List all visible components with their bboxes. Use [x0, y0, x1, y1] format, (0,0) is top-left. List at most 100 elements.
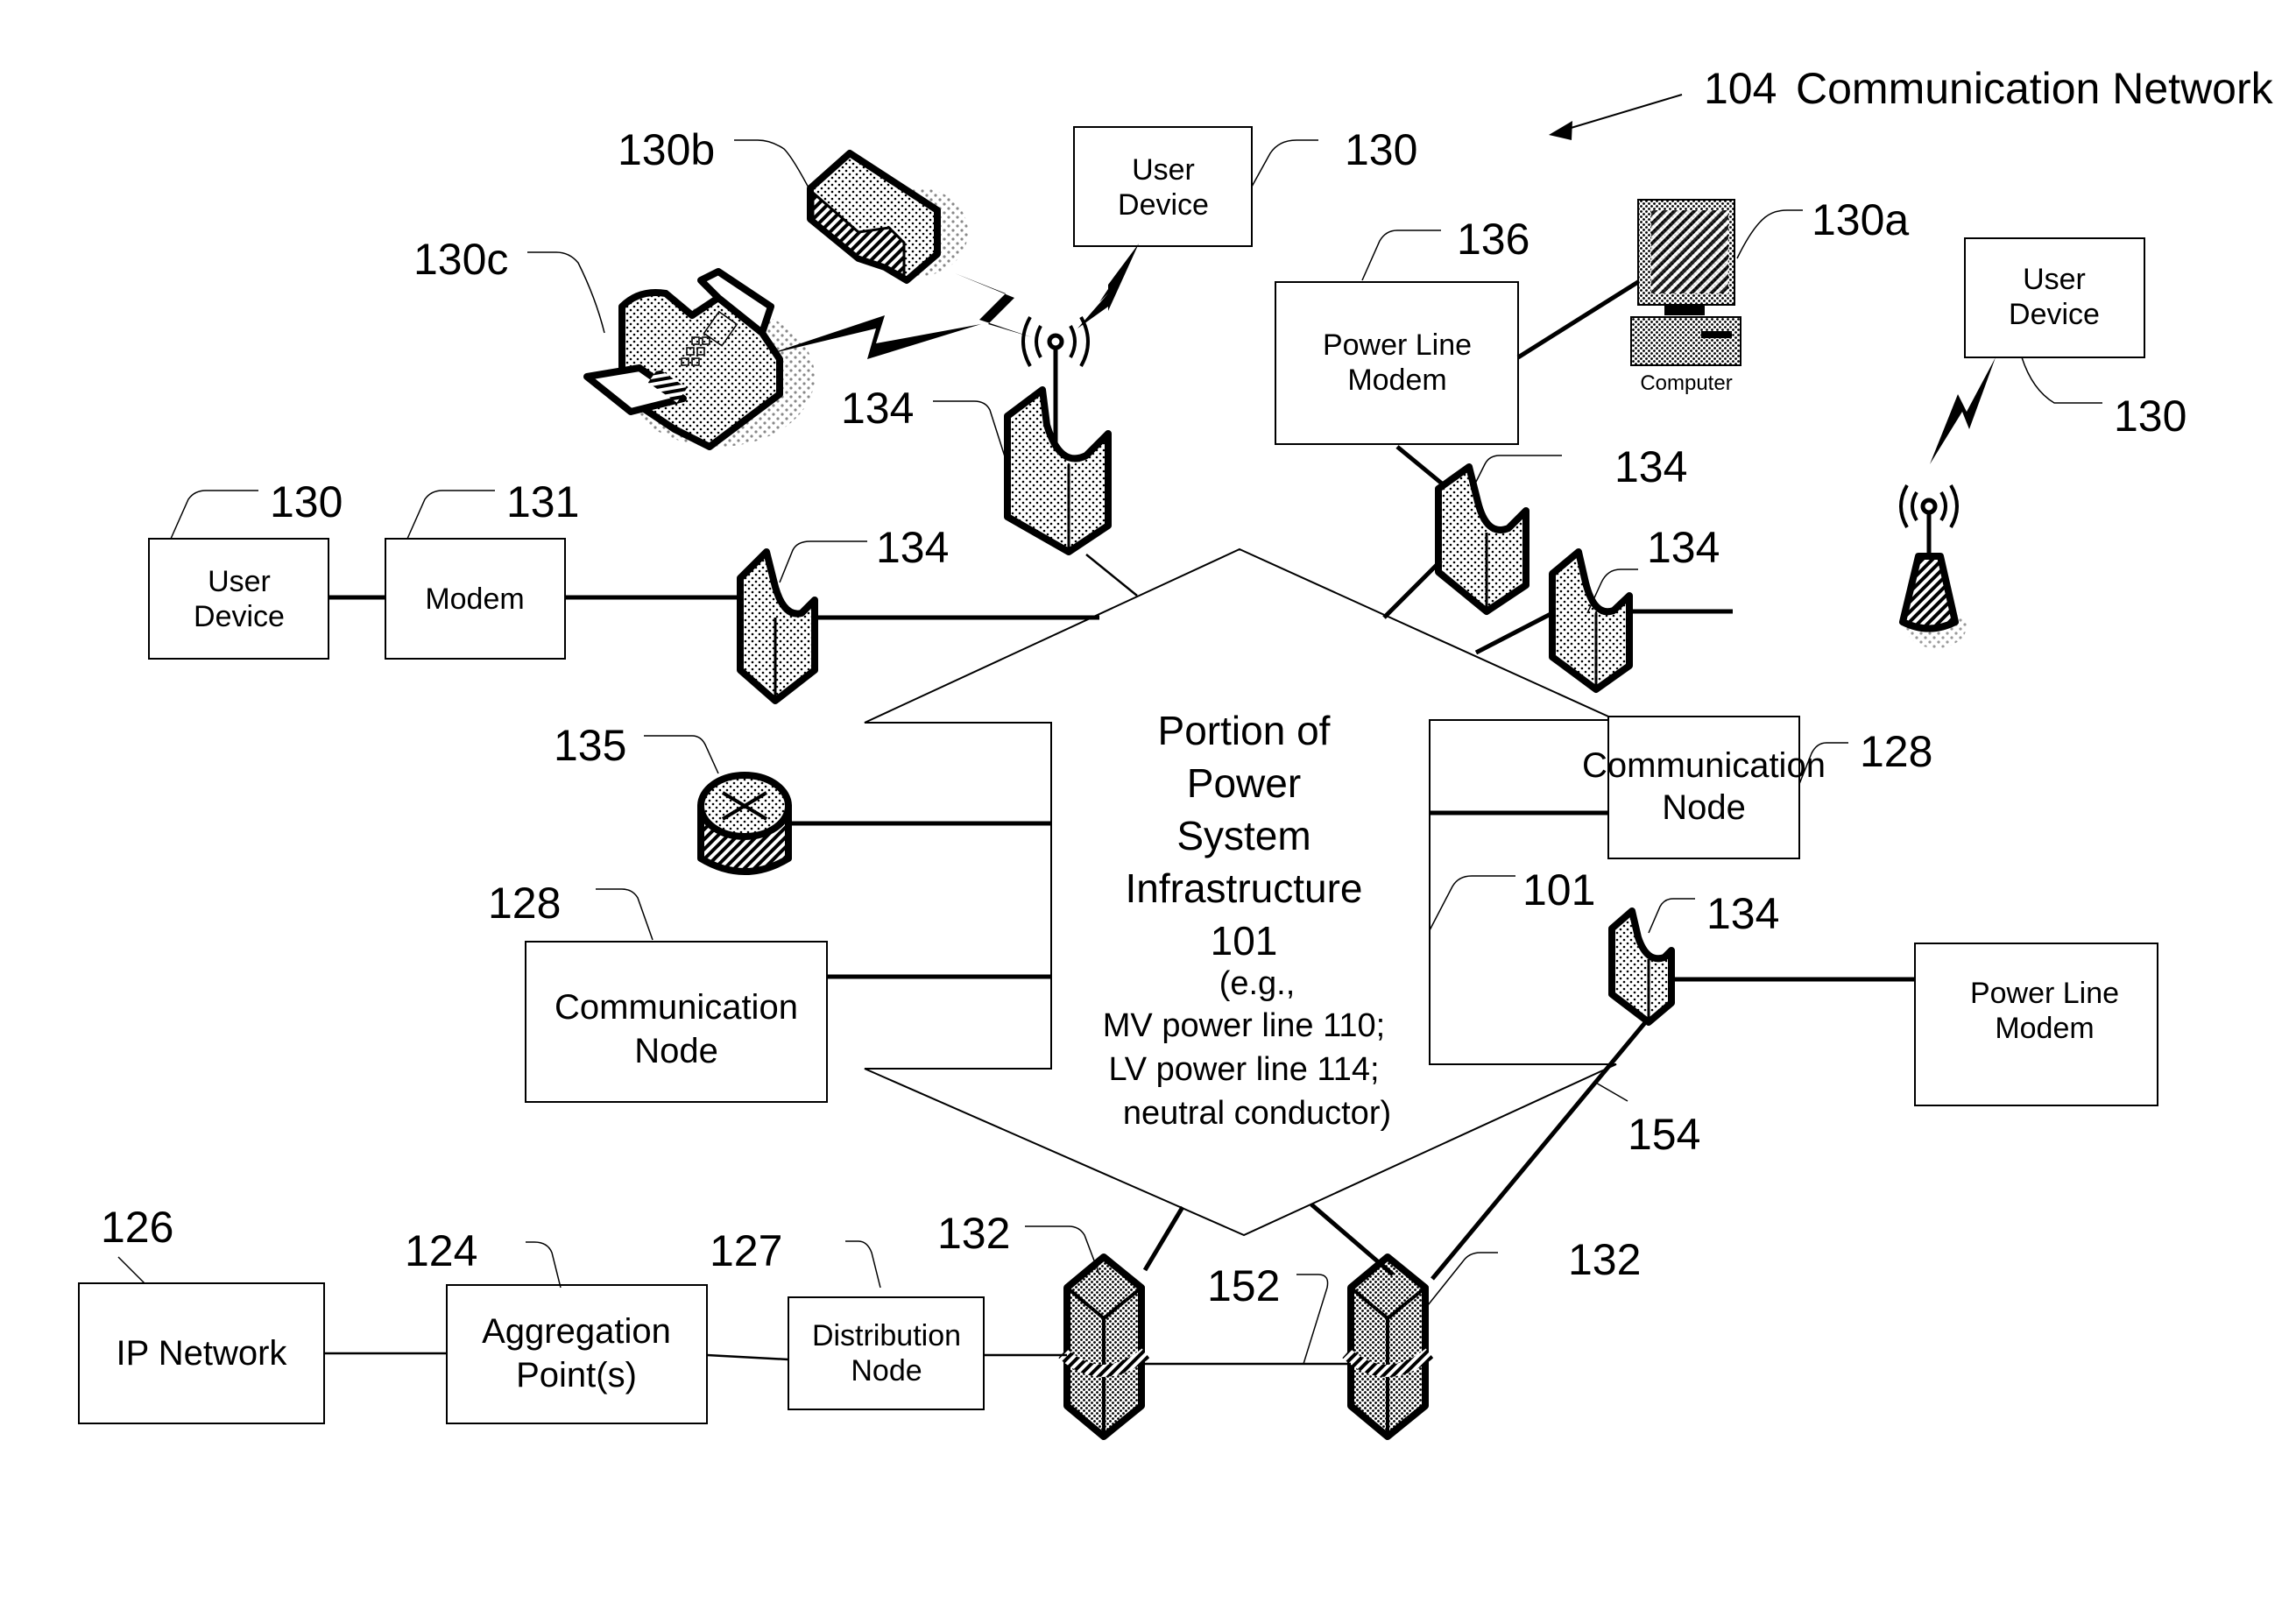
box-line-1: Aggregation: [482, 1312, 671, 1351]
link-backhaul-right-grid: [1310, 1203, 1395, 1276]
ref-134-ur-leader: [1471, 455, 1562, 491]
computer-130a[interactable]: Computer: [1630, 199, 1741, 395]
box-line-2: Device: [1118, 188, 1209, 222]
ref-128-left-leader: [596, 888, 653, 941]
modem[interactable]: Modem: [385, 538, 566, 660]
title-leader-line: [1567, 94, 1683, 130]
ref-132-right-leader: [1427, 1252, 1498, 1306]
ref-134-ur: 134: [1614, 442, 1687, 491]
box-line-1: IP Network: [117, 1334, 288, 1373]
ref-130a-leader: [1736, 209, 1803, 259]
ref-130-top-leader: [1251, 139, 1318, 187]
ref-131: 131: [506, 477, 579, 526]
comm-node-right[interactable]: Communication Node: [1582, 716, 1826, 859]
ref-130c-leader: [527, 251, 605, 334]
ref-136-leader: [1361, 229, 1441, 281]
power-line-modem-right[interactable]: Power Line Modem: [1914, 943, 2158, 1106]
comm-node-left[interactable]: Communication Node: [525, 941, 828, 1103]
ref-124-leader: [526, 1241, 562, 1289]
left-user-device[interactable]: User Device: [148, 538, 329, 660]
box-line-2: Device: [194, 600, 285, 633]
backhaul-node-right[interactable]: [1342, 1253, 1434, 1440]
right-user-device[interactable]: User Device: [1964, 237, 2145, 358]
box-line-1: User: [208, 565, 271, 598]
distribution-box[interactable]: [788, 1296, 985, 1410]
ref-127-leader: [845, 1240, 881, 1289]
ref-130-left: 130: [270, 477, 343, 526]
box-line-2: Node: [634, 1032, 718, 1070]
ref-134-right: 134: [1647, 523, 1720, 572]
center-line-2: Power: [1187, 760, 1301, 806]
figure-title: 104 Communication Network: [1549, 64, 2274, 140]
user-device-box[interactable]: [1073, 126, 1253, 247]
coupler-icon: [1608, 907, 1675, 1026]
top-user-device[interactable]: User Device: [1073, 126, 1253, 247]
coupler-icon: [1435, 463, 1529, 615]
router-135[interactable]: [697, 772, 792, 875]
ref-154: 154: [1628, 1110, 1700, 1159]
ref-132-left: 132: [937, 1209, 1010, 1258]
box-line-1: Power Line: [1970, 977, 2119, 1010]
ref-134-lr-leader: [1648, 898, 1695, 934]
coupler-icon: [1549, 548, 1633, 693]
ip-network[interactable]: IP Network: [78, 1282, 325, 1424]
ref-130b-leader: [734, 139, 811, 192]
box-line-2: Modem: [1347, 364, 1446, 397]
box-line-1: Communication: [555, 988, 798, 1027]
ref-128-right: 128: [1860, 727, 1932, 776]
coupler-left: [737, 548, 818, 704]
title-ref: 104: [1704, 64, 1777, 113]
box-line-1: User: [2023, 263, 2086, 296]
ref-127: 127: [710, 1226, 782, 1275]
ref-152-leader: [1296, 1274, 1329, 1365]
center-line-3: System: [1176, 813, 1310, 858]
ref-134-left-leader: [779, 540, 867, 583]
link-coupler-ur-grid: [1382, 559, 1443, 619]
backhaul-node-left[interactable]: [1058, 1253, 1150, 1440]
antenna-icon: [1047, 333, 1064, 350]
ref-135: 135: [554, 721, 626, 770]
center-sub-4: neutral conductor): [1123, 1095, 1391, 1132]
power-line-modem-top[interactable]: Power Line Modem: [1275, 281, 1519, 445]
computer-case-icon: [1630, 316, 1741, 366]
wireless-link-top-device-icon: [1077, 244, 1139, 328]
ref-134-left: 134: [876, 523, 949, 572]
communication-network-diagram: 104 Communication Network Portion of Pow…: [78, 64, 2274, 1440]
ref-101: 101: [1522, 865, 1595, 914]
box-line-2: Node: [851, 1354, 922, 1388]
ref-135-leader: [644, 735, 719, 774]
antenna-tower: [1899, 484, 1967, 648]
link-aggregation-distribution: [706, 1353, 789, 1361]
link-plm-computer: [1516, 278, 1643, 360]
box-line-1: User: [1132, 153, 1195, 187]
box-line-2: Point(s): [516, 1356, 637, 1395]
ref-134-lr: 134: [1706, 889, 1779, 938]
aggregation-point[interactable]: Aggregation Point(s): [446, 1284, 708, 1424]
center-line-4: Infrastructure: [1126, 865, 1363, 911]
coupler-upper-right: [1435, 463, 1529, 615]
ref-101-leader: [1429, 875, 1515, 931]
link-top-coupler-grid: [1085, 554, 1138, 597]
box-line-1: Distribution: [812, 1319, 961, 1352]
distribution-node[interactable]: Distribution Node: [788, 1296, 985, 1410]
comm-node-box[interactable]: [1607, 716, 1800, 859]
ref-134-top: 134: [841, 384, 914, 433]
arrow-head-icon: [1549, 121, 1572, 140]
center-line-1: Portion of: [1158, 708, 1331, 753]
aggregation-box[interactable]: [446, 1284, 708, 1424]
ref-126: 126: [101, 1203, 173, 1252]
ref-132-right: 132: [1568, 1235, 1641, 1284]
link-coupler-right-grid: [1474, 611, 1554, 655]
power-system-infrastructure: Portion of Power System Infrastructure 1…: [864, 547, 1617, 1237]
fax-device[interactable]: [583, 268, 815, 450]
user-device-box[interactable]: [148, 538, 329, 660]
ref-126-leader: [117, 1256, 145, 1284]
tower-icon: [1899, 553, 1959, 632]
ref-130a: 130a: [1812, 195, 1909, 244]
wireless-link-right-device-icon: [1930, 357, 1996, 464]
ref-131-leader: [406, 490, 495, 540]
wireless-coupler-top: [1004, 316, 1112, 555]
ref-130-top: 130: [1345, 125, 1417, 174]
router-device-130b[interactable]: [807, 150, 968, 284]
box-line-2: Node: [1662, 788, 1746, 827]
